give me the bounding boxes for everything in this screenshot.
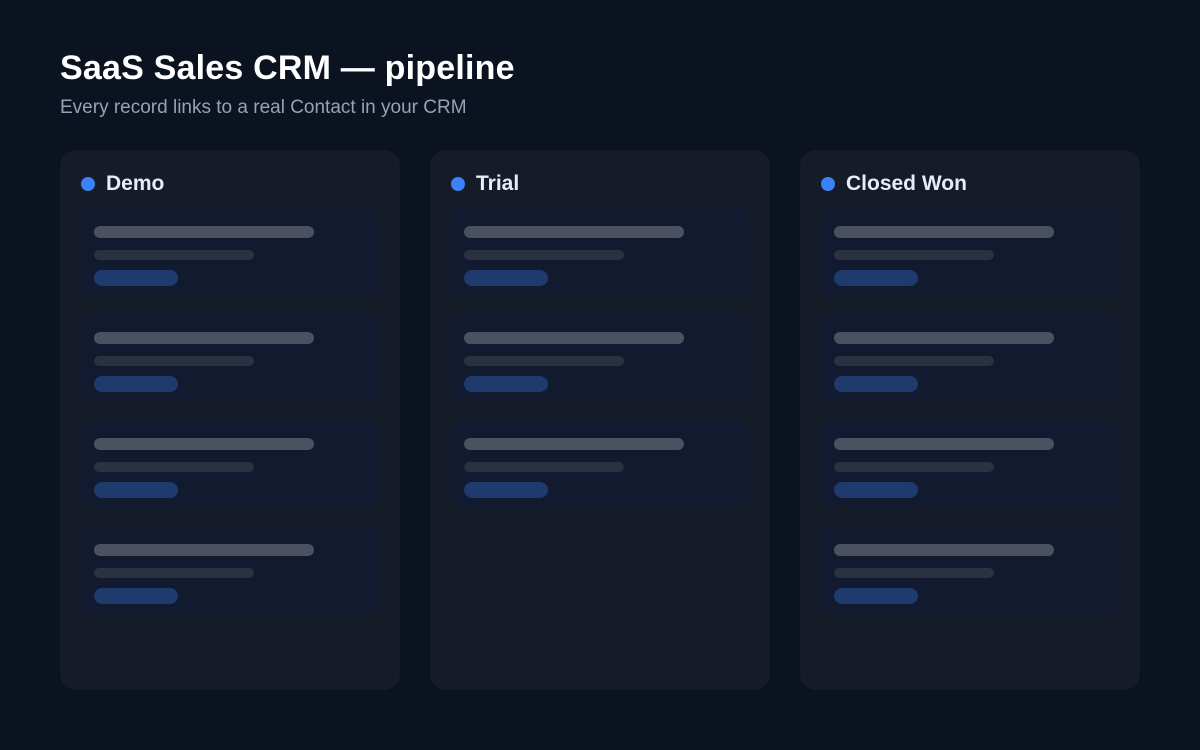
pipeline-board: Demo Trial Closed Won: [60, 150, 1140, 690]
card-tag-placeholder: [464, 376, 548, 392]
column-header: Closed Won: [820, 170, 1120, 198]
page-header: SaaS Sales CRM — pipeline Every record l…: [60, 48, 515, 120]
deal-card[interactable]: [820, 420, 1120, 508]
deal-card[interactable]: [820, 314, 1120, 402]
card-subtitle-placeholder: [464, 356, 624, 366]
card-title-placeholder: [464, 438, 684, 450]
card-title-placeholder: [94, 332, 314, 344]
card-subtitle-placeholder: [834, 250, 994, 260]
column-title: Trial: [476, 172, 520, 195]
card-tag-placeholder: [94, 482, 178, 498]
card-title-placeholder: [94, 438, 314, 450]
card-subtitle-placeholder: [94, 568, 254, 578]
deal-card[interactable]: [450, 208, 750, 296]
deal-card[interactable]: [450, 420, 750, 508]
column-header: Trial: [450, 170, 750, 198]
column-title: Closed Won: [846, 172, 967, 195]
card-tag-placeholder: [94, 270, 178, 286]
column-header: Demo: [80, 170, 380, 198]
deal-card[interactable]: [80, 208, 380, 296]
card-title-placeholder: [94, 544, 314, 556]
deal-card[interactable]: [80, 314, 380, 402]
card-subtitle-placeholder: [94, 250, 254, 260]
card-title-placeholder: [834, 438, 1054, 450]
column-demo: Demo: [60, 150, 400, 690]
card-title-placeholder: [464, 226, 684, 238]
deal-card[interactable]: [80, 526, 380, 614]
card-title-placeholder: [834, 332, 1054, 344]
column-title: Demo: [106, 172, 165, 195]
deal-card[interactable]: [820, 208, 1120, 296]
card-title-placeholder: [94, 226, 314, 238]
card-tag-placeholder: [834, 270, 918, 286]
card-title-placeholder: [834, 226, 1054, 238]
page-title: SaaS Sales CRM — pipeline: [60, 49, 515, 87]
card-tag-placeholder: [94, 376, 178, 392]
card-title-placeholder: [834, 544, 1054, 556]
deal-card[interactable]: [80, 420, 380, 508]
card-subtitle-placeholder: [464, 250, 624, 260]
card-tag-placeholder: [834, 376, 918, 392]
card-tag-placeholder: [834, 482, 918, 498]
card-list: [450, 208, 750, 508]
column-trial: Trial: [430, 150, 770, 690]
stage-dot-icon: [451, 177, 465, 191]
card-tag-placeholder: [464, 482, 548, 498]
card-subtitle-placeholder: [94, 356, 254, 366]
stage-dot-icon: [81, 177, 95, 191]
card-title-placeholder: [464, 332, 684, 344]
card-subtitle-placeholder: [834, 462, 994, 472]
card-list: [820, 208, 1120, 614]
card-subtitle-placeholder: [94, 462, 254, 472]
card-tag-placeholder: [834, 588, 918, 604]
deal-card[interactable]: [820, 526, 1120, 614]
card-tag-placeholder: [94, 588, 178, 604]
card-list: [80, 208, 380, 614]
card-tag-placeholder: [464, 270, 548, 286]
page-subtitle: Every record links to a real Contact in …: [60, 97, 467, 118]
card-subtitle-placeholder: [834, 568, 994, 578]
stage-dot-icon: [821, 177, 835, 191]
card-subtitle-placeholder: [464, 462, 624, 472]
deal-card[interactable]: [450, 314, 750, 402]
card-subtitle-placeholder: [834, 356, 994, 366]
column-closed-won: Closed Won: [800, 150, 1140, 690]
